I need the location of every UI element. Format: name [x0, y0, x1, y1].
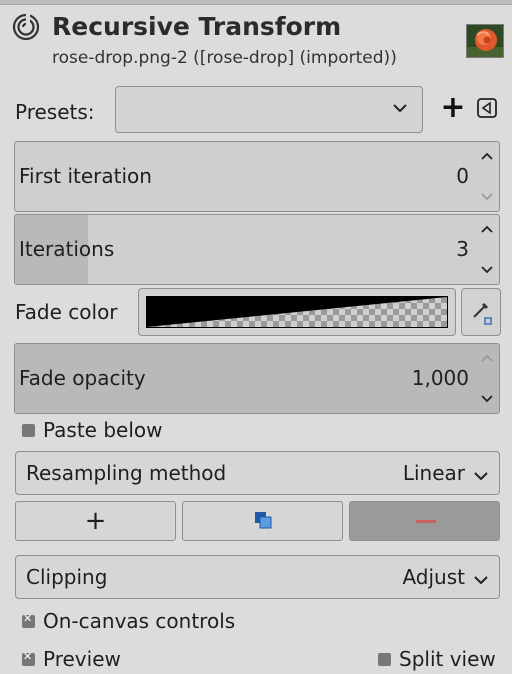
chevron-up-icon[interactable] — [481, 152, 493, 160]
fade-opacity-arrows[interactable] — [475, 344, 499, 413]
clipping-value: Adjust — [402, 565, 465, 589]
chevron-up-icon[interactable] — [481, 354, 493, 362]
resampling-label: Resampling method — [26, 461, 227, 485]
fade-color-label: Fade color — [15, 300, 118, 324]
iterations-arrows[interactable] — [475, 215, 499, 284]
preview-label: Preview — [43, 647, 121, 671]
remove-transform-button[interactable] — [349, 501, 500, 541]
first-iteration-spinner[interactable]: First iteration 0 — [14, 141, 500, 212]
checkbox-icon — [22, 650, 35, 666]
iterations-spinner[interactable]: Iterations 3 — [14, 214, 500, 285]
clipping-label: Clipping — [26, 565, 108, 589]
first-iteration-value: 0 — [456, 164, 469, 188]
restore-icon[interactable] — [475, 96, 499, 120]
resampling-method-combo[interactable]: Resampling method Linear — [15, 451, 500, 495]
chevron-down-icon[interactable] — [481, 266, 493, 274]
clipping-combo[interactable]: Clipping Adjust — [15, 555, 500, 599]
chevron-down-icon — [473, 570, 489, 589]
image-subtitle: rose-drop.png-2 ([rose-drop] (imported)) — [52, 48, 397, 68]
preview-checkbox[interactable]: Preview — [22, 647, 121, 671]
split-view-checkbox[interactable]: Split view — [378, 647, 496, 671]
chevron-up-icon[interactable] — [481, 225, 493, 233]
checkbox-icon — [378, 652, 391, 666]
fade-opacity-label: Fade opacity — [19, 366, 146, 390]
chevron-down-icon — [473, 466, 489, 485]
paste-below-checkbox[interactable]: Paste below — [22, 418, 163, 442]
duplicate-icon — [255, 512, 272, 529]
panel-title: Recursive Transform — [52, 12, 342, 41]
color-picker-button[interactable] — [461, 288, 501, 336]
panel-top-edge — [0, 0, 512, 5]
iterations-value: 3 — [456, 237, 469, 261]
paste-below-label: Paste below — [43, 418, 163, 442]
spiral-icon — [12, 13, 40, 41]
chevron-down-icon[interactable] — [481, 395, 493, 403]
remove-icon — [416, 520, 436, 523]
iterations-label: Iterations — [19, 237, 115, 261]
on-canvas-controls-checkbox[interactable]: On-canvas controls — [22, 609, 235, 633]
duplicate-transform-button[interactable] — [182, 501, 343, 541]
fade-color-gradient — [146, 296, 448, 328]
first-iteration-label: First iteration — [19, 164, 152, 188]
fade-opacity-value: 1,000 — [411, 366, 469, 390]
fade-color-button[interactable] — [138, 288, 456, 336]
checkbox-icon — [22, 612, 35, 628]
rose-thumbnail — [466, 24, 504, 58]
resampling-value: Linear — [402, 461, 465, 485]
chevron-down-icon — [392, 98, 408, 117]
checkbox-icon — [22, 423, 35, 437]
fade-opacity-spinner[interactable]: Fade opacity 1,000 — [14, 343, 500, 414]
presets-label: Presets: — [15, 100, 95, 124]
split-view-label: Split view — [399, 647, 496, 671]
add-preset-button[interactable]: + — [440, 92, 466, 124]
chevron-down-icon[interactable] — [481, 193, 493, 201]
first-iteration-arrows[interactable] — [475, 142, 499, 211]
on-canvas-controls-label: On-canvas controls — [43, 609, 236, 633]
add-transform-button[interactable]: + — [15, 501, 176, 541]
eyedropper-icon — [473, 302, 492, 325]
presets-combo[interactable] — [115, 86, 423, 133]
